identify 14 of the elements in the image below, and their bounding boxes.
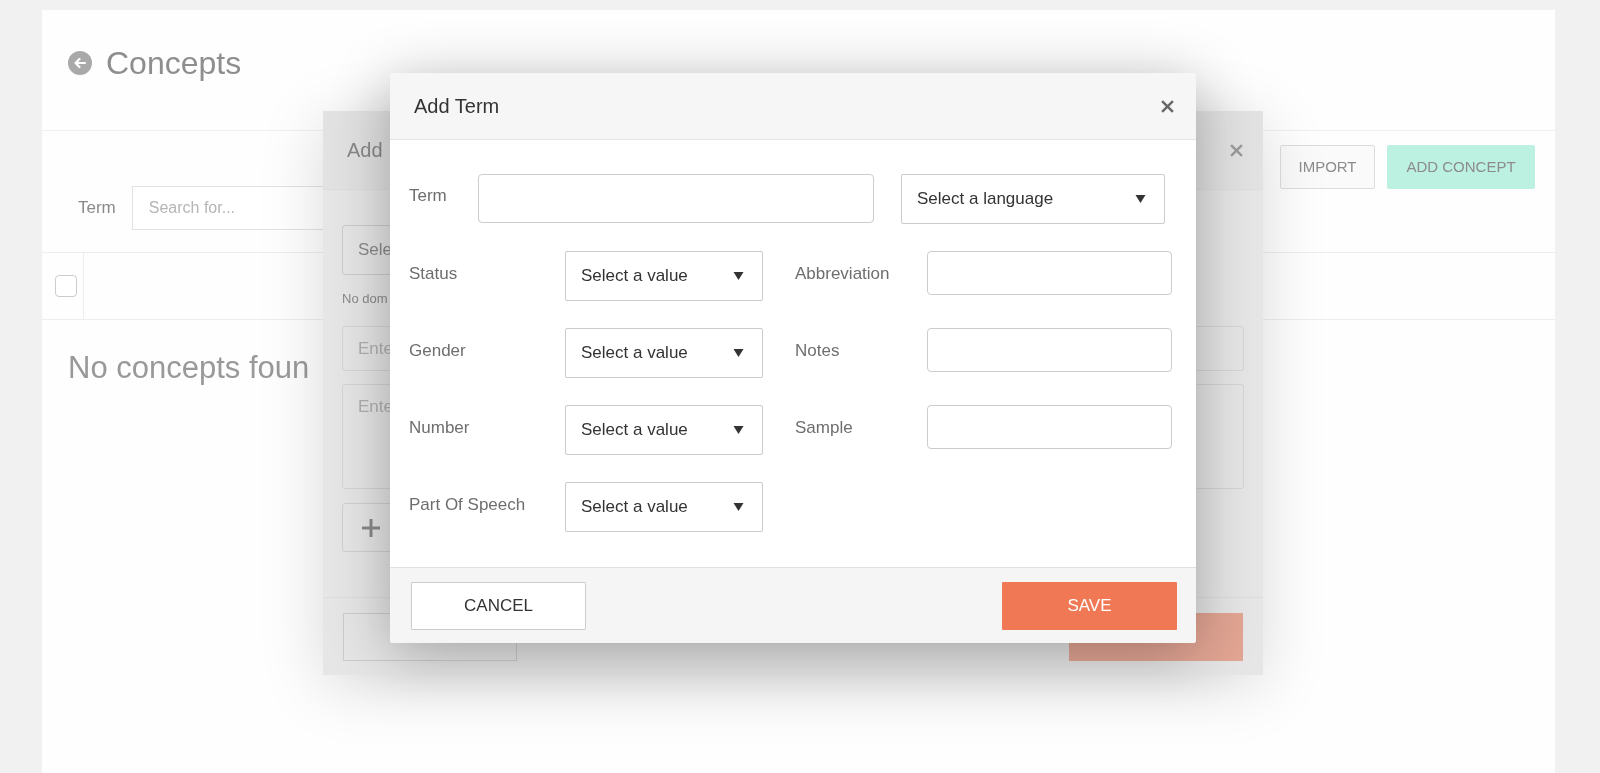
hint-text: No dom bbox=[342, 291, 388, 306]
field-label: Gender bbox=[409, 340, 467, 361]
dialog-title: Add bbox=[347, 138, 383, 162]
filter-label: Term bbox=[78, 197, 116, 218]
page-title: Concepts bbox=[106, 44, 242, 82]
dialog-title: Add Term bbox=[414, 94, 500, 118]
field-label: Number bbox=[409, 417, 471, 438]
field-label: Abbreviation bbox=[794, 263, 891, 284]
field-label: Term bbox=[409, 185, 448, 206]
field-label: Status bbox=[409, 263, 459, 284]
field-label: Sample bbox=[794, 417, 854, 438]
field-label: Notes bbox=[794, 340, 841, 361]
empty-message: No concepts foun bbox=[68, 350, 310, 386]
field-label: Part Of Speech bbox=[409, 494, 527, 515]
